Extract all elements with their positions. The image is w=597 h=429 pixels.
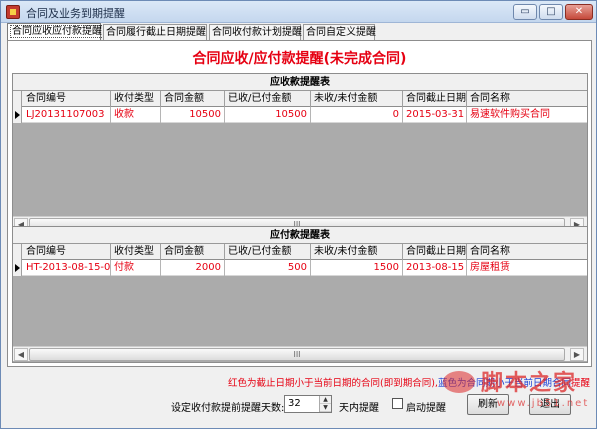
column-header[interactable]: 收付类型 xyxy=(111,244,161,260)
hint-blue-tail: 期小于当前日期合同 xyxy=(485,378,571,389)
tab-panel: 合同应收/应付款提醒(未完成合同) 应收款提醒表 合同编号 收付类型 合同金额 … xyxy=(7,40,592,367)
tab-receivable-payable[interactable]: 合同应收应付款提醒 xyxy=(7,23,104,41)
deadline-cell[interactable]: 2015-03-31 xyxy=(403,107,467,123)
payable-grid[interactable]: 应付款提醒表 合同编号 收付类型 合同金额 已收/已付金额 未收/未付金额 合同… xyxy=(12,226,588,363)
column-header[interactable]: 已收/已付金额 xyxy=(225,244,311,260)
name-cell[interactable]: 房屋租赁 xyxy=(467,260,587,276)
receivable-grid-title: 应收款提醒表 xyxy=(13,74,587,91)
days-suffix: 天内提醒 xyxy=(339,403,379,414)
maximize-button[interactable]: □ xyxy=(539,4,563,20)
panel-title: 合同应收/应付款提醒(未完成合同) xyxy=(192,51,407,67)
spin-down-icon[interactable]: ▼ xyxy=(320,404,331,412)
amount-cell[interactable]: 2000 xyxy=(161,260,225,276)
close-button[interactable]: ✕ xyxy=(565,4,593,20)
column-header[interactable]: 合同编号 xyxy=(23,244,111,260)
scroll-left-icon[interactable]: ◀ xyxy=(14,348,28,361)
table-row[interactable]: HT-2013-08-15-0001 付款 2000 500 1500 2013… xyxy=(13,260,587,276)
settings-bar: 设定收付款提前提醒天数: 32 ▲ ▼ 天内提醒 启动提醒 刷新 退出 xyxy=(1,394,596,416)
days-label: 设定收付款提前提醒天数: xyxy=(171,403,285,414)
row-pointer-icon xyxy=(15,264,20,272)
legend-hint: 红色为截止日期小于当前日期的合同(即到期合同),蓝色为合同期小于当前日期合同提醒 xyxy=(1,375,596,389)
column-header[interactable]: 合同编号 xyxy=(23,91,111,107)
days-value[interactable]: 32 xyxy=(288,398,301,409)
main-window: 合同及业务到期提醒 ▭ □ ✕ 合同应收应付款提醒 合同履行截止日期提醒 合同收… xyxy=(0,0,597,429)
spinner-buttons: ▲ ▼ xyxy=(319,396,331,412)
unpaid-cell[interactable]: 1500 xyxy=(311,260,403,276)
enable-reminder-label: 启动提醒 xyxy=(406,403,446,414)
tab-payment-plan[interactable]: 合同收付款计划提醒 xyxy=(209,24,302,41)
contract-id-cell[interactable]: HT-2013-08-15-0001 xyxy=(23,260,111,276)
hint-blue-text: 蓝色为合同 xyxy=(437,378,486,389)
column-header[interactable]: 合同金额 xyxy=(161,244,225,260)
paid-cell[interactable]: 500 xyxy=(225,260,311,276)
column-header[interactable]: 收付类型 xyxy=(111,91,161,107)
column-header[interactable]: 未收/未付金额 xyxy=(311,91,403,107)
spin-up-icon[interactable]: ▲ xyxy=(320,396,331,404)
row-pointer-icon xyxy=(15,111,20,119)
grid-empty-area xyxy=(13,276,587,346)
horizontal-scrollbar[interactable]: ◀ III ▶ xyxy=(13,346,587,361)
paid-cell[interactable]: 10500 xyxy=(225,107,311,123)
days-spinner[interactable]: 32 ▲ ▼ xyxy=(284,395,332,413)
column-header[interactable]: 合同截止日期 xyxy=(403,91,467,107)
minimize-button[interactable]: ▭ xyxy=(513,4,537,20)
payable-header-row: 合同编号 收付类型 合同金额 已收/已付金额 未收/未付金额 合同截止日期 合同… xyxy=(13,244,587,260)
receivable-header-row: 合同编号 收付类型 合同金额 已收/已付金额 未收/未付金额 合同截止日期 合同… xyxy=(13,91,587,107)
column-header[interactable]: 合同截止日期 xyxy=(403,244,467,260)
payable-grid-title: 应付款提醒表 xyxy=(13,227,587,244)
hint-end: 提醒 xyxy=(570,378,590,389)
deadline-cell[interactable]: 2013-08-15 xyxy=(403,260,467,276)
type-cell[interactable]: 付款 xyxy=(111,260,161,276)
row-selector[interactable] xyxy=(13,260,22,276)
name-cell[interactable]: 易速软件购买合同 xyxy=(467,107,587,123)
exit-button[interactable]: 退出 xyxy=(529,394,571,415)
column-header[interactable]: 合同金额 xyxy=(161,91,225,107)
tab-custom[interactable]: 合同自定义提醒 xyxy=(303,24,376,41)
app-icon xyxy=(6,5,20,19)
tab-label: 合同应收应付款提醒 xyxy=(10,25,104,38)
table-row[interactable]: LJ20131107003 收款 10500 10500 0 2015-03-3… xyxy=(13,107,587,123)
unpaid-cell[interactable]: 0 xyxy=(311,107,403,123)
refresh-button[interactable]: 刷新 xyxy=(467,394,509,415)
row-selector-header xyxy=(13,91,22,107)
type-cell[interactable]: 收款 xyxy=(111,107,161,123)
row-selector-header xyxy=(13,244,22,260)
enable-reminder-checkbox[interactable] xyxy=(392,398,403,409)
tab-deadline[interactable]: 合同履行截止日期提醒 xyxy=(103,24,207,41)
column-header[interactable]: 已收/已付金额 xyxy=(225,91,311,107)
title-bar[interactable]: 合同及业务到期提醒 ▭ □ ✕ xyxy=(1,1,596,23)
column-header[interactable]: 未收/未付金额 xyxy=(311,244,403,260)
amount-cell[interactable]: 10500 xyxy=(161,107,225,123)
row-selector[interactable] xyxy=(13,107,22,123)
hint-red-text: 红色为截止日期小于当前日期的合同(即到期合同), xyxy=(228,378,438,389)
column-header[interactable]: 合同名称 xyxy=(467,91,587,107)
window-title: 合同及业务到期提醒 xyxy=(26,7,125,20)
column-header[interactable]: 合同名称 xyxy=(467,244,587,260)
contract-id-cell[interactable]: LJ20131107003 xyxy=(23,107,111,123)
scroll-right-icon[interactable]: ▶ xyxy=(570,348,584,361)
receivable-grid[interactable]: 应收款提醒表 合同编号 收付类型 合同金额 已收/已付金额 未收/未付金额 合同… xyxy=(12,73,588,233)
scroll-thumb[interactable]: III xyxy=(29,348,565,361)
grid-empty-area xyxy=(13,123,587,216)
